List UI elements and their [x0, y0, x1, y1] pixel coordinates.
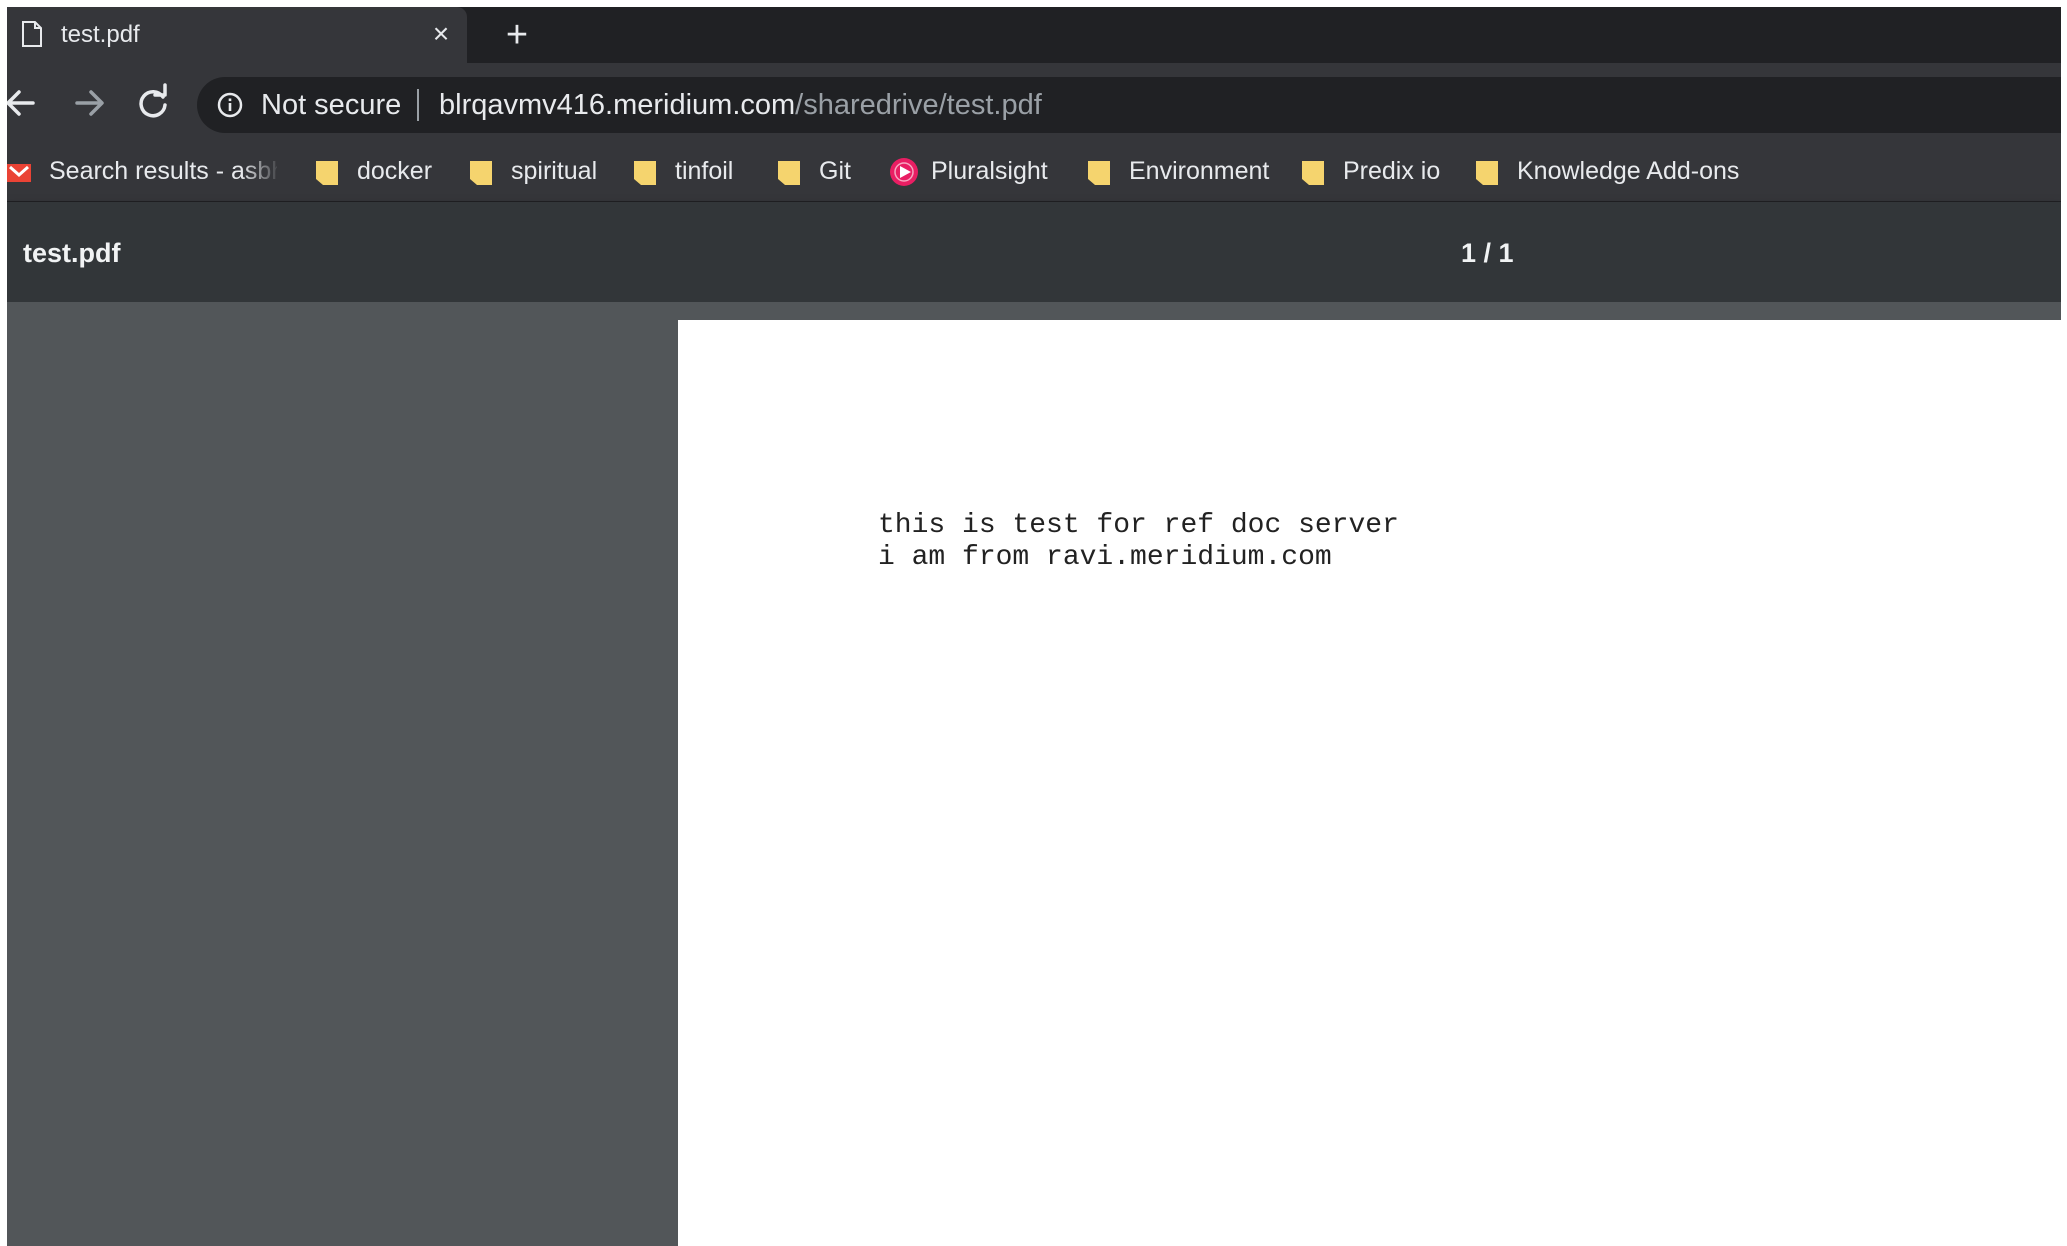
browser-toolbar: Not secure blrqavmv416.meridium.com/shar…	[7, 63, 2061, 143]
pdf-canvas[interactable]: this is test for ref doc server i am fro…	[7, 302, 2061, 1246]
bookmark-tinfoil[interactable]: tinfoil	[633, 153, 749, 191]
bookmark-knowledge-add-ons[interactable]: Knowledge Add-ons	[1475, 153, 1739, 191]
bookmark-label: Knowledge Add-ons	[1517, 157, 1740, 185]
pdf-document-title: test.pdf	[23, 238, 121, 268]
pdf-text-line: this is test for ref doc server	[878, 510, 1399, 541]
folder-icon	[634, 161, 656, 185]
gmail-icon	[7, 164, 31, 182]
bookmark-spiritual[interactable]: spiritual	[469, 153, 609, 191]
folder-icon	[1088, 161, 1110, 185]
bookmark-pluralsight[interactable]: Pluralsight	[889, 153, 1059, 191]
bookmark-label: docker	[357, 157, 433, 185]
close-tab-icon[interactable]: ×	[425, 18, 457, 50]
pdf-page: this is test for ref doc server i am fro…	[678, 320, 2061, 1246]
new-tab-button[interactable]: +	[497, 15, 537, 55]
tab-test-pdf[interactable]: test.pdf ×	[7, 7, 467, 63]
browser-window: test.pdf × + Not secure blrqavmv416.meri…	[7, 7, 2061, 1246]
pdf-viewer-toolbar: test.pdf 1 / 1	[7, 202, 2061, 302]
info-icon[interactable]	[217, 92, 243, 118]
omnibox-divider	[417, 89, 419, 121]
bookmark-docker[interactable]: docker	[315, 153, 445, 191]
url-text[interactable]: blrqavmv416.meridium.com/sharedrive/test…	[439, 89, 1042, 122]
reload-icon[interactable]	[133, 83, 173, 123]
address-bar[interactable]: Not secure blrqavmv416.meridium.com/shar…	[197, 77, 2061, 133]
pluralsight-icon	[890, 158, 918, 186]
url-path: /sharedrive/test.pdf	[795, 89, 1042, 121]
folder-icon	[1476, 161, 1498, 185]
bookmark-search-results[interactable]: Search results - asbhc	[7, 153, 281, 191]
page-counter[interactable]: 1 / 1	[1461, 238, 1514, 269]
bookmark-git[interactable]: Git	[777, 153, 863, 191]
back-arrow-icon[interactable]	[7, 83, 41, 123]
security-status[interactable]: Not secure	[261, 89, 401, 122]
forward-arrow-icon[interactable]	[69, 83, 109, 123]
folder-icon	[778, 161, 800, 185]
url-host: blrqavmv416.meridium.com	[439, 89, 796, 121]
document-icon	[22, 21, 42, 47]
bookmark-label: Git	[819, 157, 851, 185]
label-fade	[241, 153, 281, 191]
bookmark-label: tinfoil	[675, 157, 734, 185]
pdf-text-line: i am from ravi.meridium.com	[878, 542, 1332, 573]
bookmark-label: Environment	[1129, 157, 1270, 185]
folder-icon	[470, 161, 492, 185]
tab-title: test.pdf	[61, 21, 140, 48]
bookmark-label: Predix io	[1343, 157, 1441, 185]
bookmark-predix-io[interactable]: Predix io	[1301, 153, 1451, 191]
bookmark-label: Pluralsight	[931, 157, 1048, 185]
tab-strip: test.pdf × +	[7, 7, 2061, 63]
bookmark-label: spiritual	[511, 157, 598, 185]
folder-icon	[316, 161, 338, 185]
bookmark-environment[interactable]: Environment	[1087, 153, 1277, 191]
folder-icon	[1302, 161, 1324, 185]
bookmarks-bar: Search results - asbhc docker spiritual …	[7, 143, 2061, 202]
